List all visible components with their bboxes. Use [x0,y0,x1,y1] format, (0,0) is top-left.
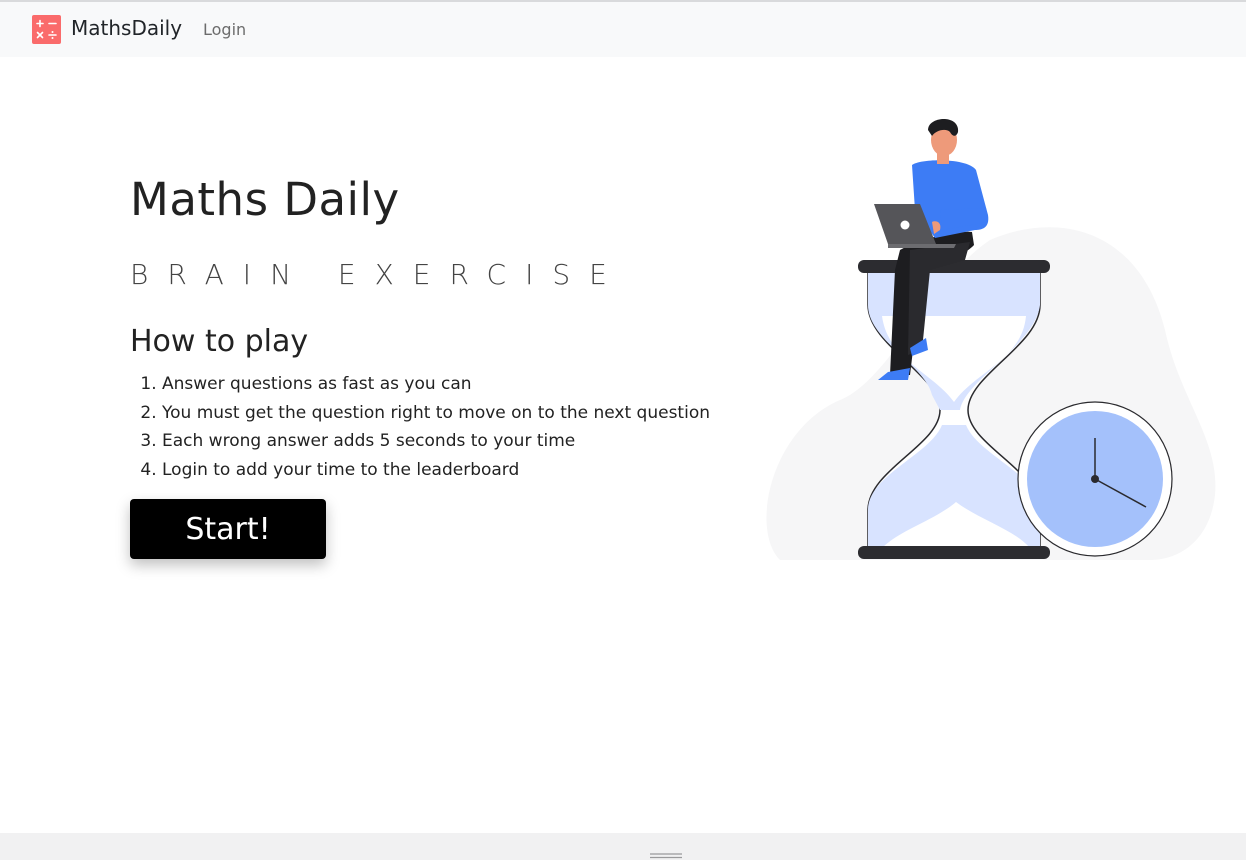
rules-list: Answer questions as fast as you can You … [130,370,710,484]
nav-login-link[interactable]: Login [203,20,246,39]
calculator-icon[interactable] [32,15,61,44]
start-button[interactable]: Start! [130,499,326,559]
rule-item: Answer questions as fast as you can [162,370,710,399]
rule-item: Login to add your time to the leaderboar… [162,456,710,485]
rule-item: Each wrong answer adds 5 seconds to your… [162,427,710,456]
resize-handle-icon[interactable] [650,844,682,859]
brand-name[interactable]: MathsDaily [71,16,182,40]
page-title: Maths Daily [130,173,400,226]
window-resize-bar [0,833,1246,860]
navbar: MathsDaily Login [0,2,1246,57]
page-subtitle: BRAIN EXERCISE [130,258,626,291]
how-to-play-heading: How to play [130,324,309,359]
person-on-hourglass-with-clock-illustration [760,110,1230,570]
rule-item: You must get the question right to move … [162,399,710,428]
